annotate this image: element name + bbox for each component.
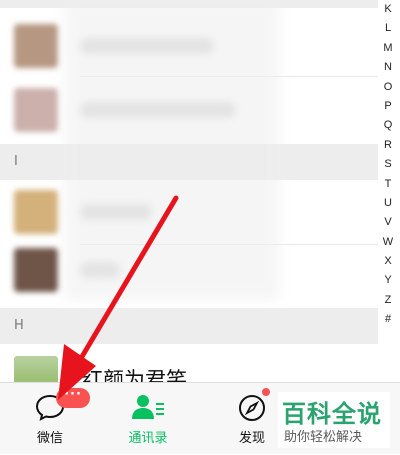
watermark-title: 百科全说 (282, 400, 382, 428)
watermark: 百科全说 助你轻松解决 (278, 392, 390, 448)
annotation-arrow-icon (58, 195, 179, 400)
watermark-subtitle: 助你轻松解决 (284, 430, 363, 445)
